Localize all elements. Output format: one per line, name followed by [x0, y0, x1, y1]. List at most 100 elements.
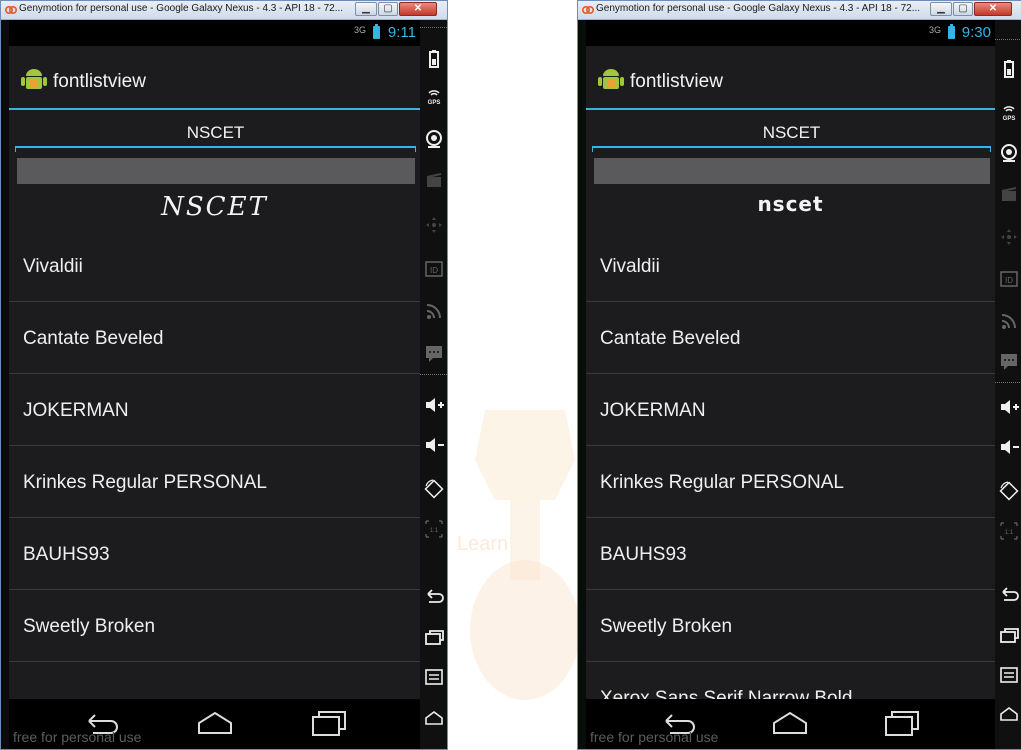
window-titlebar: Genymotion for personal use - Google Gal… — [1, 1, 447, 20]
list-item[interactable]: Krinkes Regular PERSONAL — [9, 446, 420, 518]
svg-text:Learn: Learn — [457, 533, 508, 555]
close-button[interactable]: ✕ — [399, 2, 437, 16]
volume-down-icon[interactable] — [423, 434, 445, 456]
license-watermark: free for personal use — [13, 729, 142, 745]
list-item[interactable]: BAUHS93 — [586, 518, 995, 590]
apply-button[interactable] — [594, 158, 990, 184]
network-indicator: 3G — [928, 25, 941, 35]
list-item[interactable]: Sweetly Broken — [586, 590, 995, 662]
volume-down-icon[interactable] — [998, 436, 1020, 458]
font-preview-text: NSCET — [161, 192, 268, 222]
home-icon[interactable] — [195, 709, 235, 739]
gps-icon[interactable]: GPS — [998, 100, 1020, 122]
maximize-icon: ▢ — [958, 3, 968, 14]
rss-icon[interactable] — [998, 310, 1020, 332]
scale-icon[interactable]: 1:1 — [423, 518, 445, 540]
font-text-input-wrap — [15, 116, 416, 152]
battery-widget-icon[interactable] — [998, 58, 1020, 80]
network-indicator: 3G — [353, 25, 366, 35]
video-icon[interactable] — [998, 184, 1020, 206]
genymotion-icon — [582, 6, 594, 14]
list-item[interactable]: Krinkes Regular PERSONAL — [586, 446, 995, 518]
status-bar: 3G 9:30 — [586, 20, 995, 46]
navigation-bar: free for personal use — [9, 699, 420, 749]
app-title: fontlistview — [630, 71, 723, 92]
panel-separator — [420, 374, 447, 375]
minimize-button[interactable]: ▁ — [930, 2, 952, 16]
video-icon[interactable] — [423, 170, 445, 192]
list-item[interactable]: JOKERMAN — [586, 374, 995, 446]
recent-apps-icon[interactable] — [882, 709, 922, 739]
recent-apps-icon[interactable] — [423, 626, 445, 648]
minimize-button[interactable]: ▁ — [355, 2, 377, 16]
font-list: Vivaldii Cantate Beveled JOKERMAN Krinke… — [586, 230, 995, 734]
status-time: 9:30 — [961, 24, 991, 41]
window-titlebar: Genymotion for personal use - Google Gal… — [578, 1, 1021, 20]
emulator-window-left: Genymotion for personal use - Google Gal… — [0, 0, 448, 750]
home-icon[interactable] — [423, 708, 445, 730]
scale-icon[interactable]: 1:1 — [998, 520, 1020, 542]
volume-up-icon[interactable] — [423, 394, 445, 416]
list-item[interactable]: Sweetly Broken — [9, 590, 420, 662]
list-item-label: Cantate Beveled — [23, 328, 164, 349]
camera-icon[interactable] — [998, 142, 1020, 164]
maximize-button[interactable]: ▢ — [378, 2, 398, 16]
font-text-input[interactable] — [15, 120, 416, 148]
list-item[interactable]: BAUHS93 — [9, 518, 420, 590]
recent-apps-icon[interactable] — [998, 624, 1020, 646]
rss-icon[interactable] — [423, 300, 445, 322]
font-list: Vivaldii Cantate Beveled JOKERMAN Krinke… — [9, 230, 420, 734]
menu-icon[interactable] — [998, 664, 1020, 686]
list-item-label: Krinkes Regular PERSONAL — [23, 472, 267, 493]
android-icon — [21, 69, 47, 89]
action-bar: fontlistview — [9, 46, 420, 110]
window-title: Genymotion for personal use - Google Gal… — [19, 3, 344, 14]
apply-button[interactable] — [17, 158, 415, 184]
app-title: fontlistview — [53, 71, 146, 92]
sms-icon[interactable] — [423, 342, 445, 364]
camera-icon[interactable] — [423, 128, 445, 150]
license-watermark: free for personal use — [590, 729, 719, 745]
battery-icon — [373, 24, 380, 39]
rotate-icon[interactable] — [423, 478, 445, 500]
genymotion-icon — [5, 6, 17, 14]
back-icon[interactable] — [423, 586, 445, 608]
battery-widget-icon[interactable] — [423, 48, 445, 70]
svg-text:ID: ID — [430, 266, 438, 275]
close-button[interactable]: ✕ — [974, 2, 1012, 16]
list-item[interactable]: Vivaldii — [9, 230, 420, 302]
android-icon — [598, 69, 624, 89]
recent-apps-icon[interactable] — [309, 709, 349, 739]
font-text-input[interactable] — [592, 120, 991, 148]
volume-up-icon[interactable] — [998, 396, 1020, 418]
list-item-label: Vivaldii — [600, 256, 660, 277]
back-icon[interactable] — [998, 584, 1020, 606]
close-icon: ✕ — [413, 3, 423, 14]
gps-icon[interactable]: GPS — [423, 84, 445, 106]
list-item[interactable]: Vivaldii — [586, 230, 995, 302]
list-item-label: JOKERMAN — [23, 400, 129, 421]
id-icon[interactable]: ID — [998, 268, 1020, 290]
window-title: Genymotion for personal use - Google Gal… — [596, 3, 921, 14]
svg-text:1:1: 1:1 — [430, 528, 439, 534]
svg-text:GPS: GPS — [1003, 116, 1016, 122]
panel-separator — [995, 382, 1021, 383]
device-screen: 3G 9:11 fontlistview NSCET Vivaldii Cant… — [9, 20, 420, 749]
emulator-window-right: Genymotion for personal use - Google Gal… — [577, 0, 1021, 750]
dpad-icon[interactable] — [423, 214, 445, 236]
menu-icon[interactable] — [423, 666, 445, 688]
list-item-label: Vivaldii — [23, 256, 83, 277]
action-bar: fontlistview — [586, 46, 995, 110]
sms-icon[interactable] — [998, 350, 1020, 372]
list-item[interactable]: JOKERMAN — [9, 374, 420, 446]
list-item[interactable]: Cantate Beveled — [586, 302, 995, 374]
dpad-icon[interactable] — [998, 226, 1020, 248]
minimize-icon: ▁ — [362, 3, 370, 14]
id-icon[interactable]: ID — [423, 258, 445, 280]
home-icon[interactable] — [770, 709, 810, 739]
maximize-button[interactable]: ▢ — [953, 2, 973, 16]
list-item[interactable]: Cantate Beveled — [9, 302, 420, 374]
genymotion-side-panel: GPS ID 1:1 — [995, 20, 1021, 749]
rotate-icon[interactable] — [998, 480, 1020, 502]
home-icon[interactable] — [998, 704, 1020, 726]
